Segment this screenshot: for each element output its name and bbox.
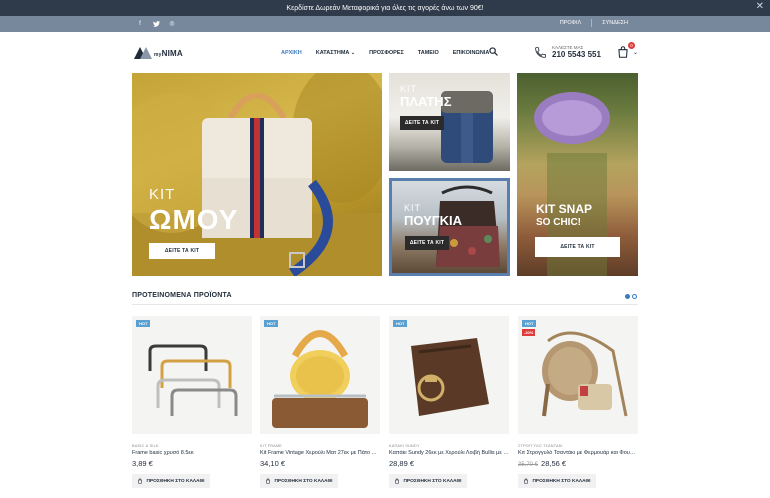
facebook-icon[interactable]: f (136, 19, 144, 28)
divider (591, 19, 593, 27)
main-nav: ΑΡΧΙΚΗ ΚΑΤΑΣΤΗΜΑ ⌄ ΠΡΟΣΦΟΡΕΣ ΤΑΜΕΙΟ ΕΠΙΚ… (281, 50, 489, 56)
carousel-dot[interactable] (632, 294, 637, 299)
add-to-cart-button[interactable]: ΠΡΟΣΘΗΚΗ ΣΤΟ ΚΑΛΑΘΙ (260, 474, 338, 488)
product-price: 28,89 € (389, 459, 415, 468)
login-link[interactable]: ΣΥΝΔΕΣΗ (602, 20, 628, 27)
product-name[interactable]: Καπάκι Sundy 26εκ με Χερούλι Λοιβή Bulli… (389, 450, 509, 456)
product-price: 35,70 €28,56 € (518, 459, 567, 468)
logo-text: myNIMA (154, 48, 183, 58)
product-category[interactable]: BASIC & SILK (132, 444, 252, 448)
banner-subtitle: SO CHIC! (536, 217, 581, 228)
see-kits-button[interactable]: ΔΕΙΤΕ ΤΑ ΚΙΤ (149, 243, 215, 259)
phone-icon (535, 46, 546, 58)
banner-kicker: ΚΙΤ (400, 84, 418, 94)
phone-number: 210 5543 551 (552, 50, 601, 59)
banner-kicker: ΚΙΤ (404, 203, 422, 213)
product-card[interactable]: HOT -20% ΣΤΡΟΓΓΥΛΟ ΤΣΑΝΤΑΚΙ Κιτ Στρογγυλ… (518, 316, 638, 488)
account-links: ΠΡΟΦΙΛ ΣΥΝΔΕΣΗ (560, 19, 628, 27)
banner-kit-snap[interactable]: ΚΙΤ SNAP SO CHIC! ΔΕΙΤΕ ΤΑ ΚΙΤ (517, 73, 638, 276)
product-category[interactable]: ΚΑΠΑΚΙ SUNDY (389, 444, 509, 448)
logo[interactable]: myNIMA (134, 47, 183, 59)
close-icon[interactable]: ✕ (756, 2, 764, 12)
bag-icon (524, 478, 529, 484)
product-card[interactable]: HOT BASIC & SILK Frame basic χρυσό 8.5εκ… (132, 316, 252, 488)
product-price: 3,89 € (132, 459, 153, 468)
add-to-cart-button[interactable]: ΠΡΟΣΘΗΚΗ ΣΤΟ ΚΑΛΑΘΙ (389, 474, 467, 488)
nav-checkout[interactable]: ΤΑΜΕΙΟ (418, 50, 439, 56)
site-header: myNIMA ΑΡΧΙΚΗ ΚΑΤΑΣΤΗΜΑ ⌄ ΠΡΟΣΦΟΡΕΣ ΤΑΜΕ… (0, 32, 770, 74)
bag-icon (266, 478, 271, 484)
see-kits-button[interactable]: ΔΕΙΤΕ ΤΑ ΚΙΤ (535, 237, 620, 257)
section-title: ΠΡΟΤΕΙΝΟΜΕΝΑ ΠΡΟΪΟΝΤΑ (132, 292, 232, 299)
leather-flap-icon (411, 338, 489, 416)
nav-home[interactable]: ΑΡΧΙΚΗ (281, 50, 302, 56)
carousel-dot[interactable] (625, 294, 630, 299)
banner-kit-pougi[interactable]: ΚΙΤ ΠΟΥΓΚΙΑ ΔΕΙΤΕ ΤΑ ΚΙΤ (389, 178, 510, 276)
cart-button[interactable]: 0 (616, 42, 635, 59)
product-card[interactable]: HOT KIT FRAME Kit Frame Vintage Χερούλι … (260, 316, 380, 488)
product-price: 34,10 € (260, 459, 286, 468)
product-name[interactable]: Frame basic χρυσό 8.5εκ (132, 450, 252, 456)
chevron-down-icon: ⌄ (350, 50, 356, 56)
product-name[interactable]: Kit Frame Vintage Χερούλι Ματ 27εκ με Πά… (260, 450, 380, 456)
add-to-cart-button[interactable]: ΠΡΟΣΘΗΚΗ ΣΤΟ ΚΑΛΑΘΙ (518, 474, 596, 488)
hot-badge: HOT (136, 320, 151, 327)
see-kits-button[interactable]: ΔΕΙΤΕ ΤΑ ΚΙΤ (405, 236, 449, 250)
product-category[interactable]: KIT FRAME (260, 444, 380, 448)
hot-badge: HOT (522, 320, 537, 327)
banner-title: ΚΙΤ SNAP SO CHIC! (536, 202, 593, 228)
banner-kit-omou[interactable]: ΚΙΤ ΩΜΟΥ ΔΕΙΤΕ ΤΑ ΚΙΤ (132, 73, 382, 276)
product-image[interactable]: HOT -20% (518, 316, 638, 434)
nav-contact[interactable]: ΕΠΙΚΟΙΝΩΝΙΑ (453, 50, 490, 56)
profile-link[interactable]: ΠΡΟΦΙΛ (560, 20, 582, 27)
banner-title: ΚΙΤ ΩΜΟΥ (149, 186, 239, 235)
bag-icon (395, 478, 400, 484)
purse-frame-icon (148, 344, 238, 416)
search-icon[interactable] (489, 47, 498, 56)
add-to-cart-button[interactable]: ΠΡΟΣΘΗΚΗ ΣΤΟ ΚΑΛΑΘΙ (132, 474, 210, 488)
divider (132, 304, 638, 305)
product-image[interactable]: HOT (260, 316, 380, 434)
cart-count-badge: 0 (628, 42, 635, 49)
announcement-bar: Κερδίστε Δωρεάν Μεταφορικά για όλες τις … (0, 0, 770, 16)
old-price: 35,70 € (518, 462, 539, 468)
product-image[interactable]: HOT (132, 316, 252, 434)
yarn-bag-icon (272, 330, 368, 428)
hot-badge: HOT (264, 320, 279, 327)
announcement-text: Κερδίστε Δωρεάν Μεταφορικά για όλες τις … (286, 4, 484, 12)
instagram-icon[interactable]: ◎ (168, 19, 176, 28)
see-kits-button[interactable]: ΔΕΙΤΕ ΤΑ ΚΙΤ (400, 116, 444, 130)
utility-bar: f ◎ ΠΡΟΦΙΛ ΣΥΝΔΕΣΗ (0, 16, 770, 32)
product-name[interactable]: Κιτ Στρογγυλό Τσαντάκι με Φερμουάρ και Φ… (518, 450, 638, 456)
product-card[interactable]: HOT ΚΑΠΑΚΙ SUNDY Καπάκι Sundy 26εκ με Χε… (389, 316, 509, 488)
round-bag-icon (542, 331, 628, 417)
product-image[interactable]: HOT (389, 316, 509, 434)
banner-title: ΚΙΤ ΠΟΥΓΚΙΑ (404, 203, 463, 228)
social-links: f ◎ (136, 19, 176, 28)
twitter-icon[interactable] (152, 19, 160, 28)
bag-icon (138, 478, 143, 484)
nav-offers[interactable]: ΠΡΟΣΦΟΡΕΣ (369, 50, 404, 56)
product-category[interactable]: ΣΤΡΟΓΓΥΛΟ ΤΣΑΝΤΑΚΙ (518, 444, 638, 448)
chevron-down-icon[interactable]: ⌄ (633, 49, 638, 56)
logo-mark-icon (134, 47, 152, 59)
nav-shop[interactable]: ΚΑΤΑΣΤΗΜΑ ⌄ (316, 50, 355, 56)
banner-kit-plati[interactable]: ΚΙΤ ΠΛΑΤΗΣ ΔΕΙΤΕ ΤΑ ΚΙΤ (389, 73, 510, 171)
phone-contact[interactable]: ΚΑΛΕΣΤΕ ΜΑΣ 210 5543 551 (534, 45, 601, 59)
discount-badge: -20% (522, 329, 536, 336)
carousel-dots (625, 294, 637, 299)
banner-kicker: ΚΙΤ (149, 186, 176, 203)
hot-badge: HOT (393, 320, 408, 327)
banner-title: ΚΙΤ ΠΛΑΤΗΣ (400, 84, 452, 109)
